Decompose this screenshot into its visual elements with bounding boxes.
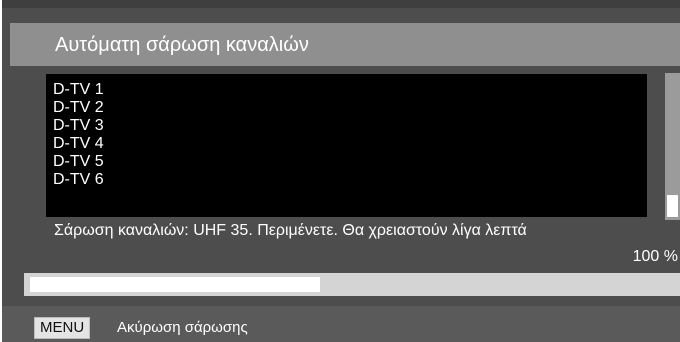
channel-list-item: D-TV 4: [53, 135, 104, 152]
title-bar: Αυτόματη σάρωση καναλιών: [10, 23, 680, 66]
page-title: Αυτόματη σάρωση καναλιών: [55, 34, 309, 56]
channel-list-item: D-TV 1: [53, 81, 104, 98]
menu-key-button[interactable]: MENU: [34, 317, 91, 339]
progress-bar-fill: [30, 277, 320, 292]
scan-percent: 100 %: [632, 248, 678, 265]
scan-dialog: Αυτόματη σάρωση καναλιών D-TV 1 D-TV 2 D-T…: [2, 0, 680, 342]
top-strip: [2, 0, 680, 8]
channel-list: D-TV 1 D-TV 2 D-TV 3 D-TV 4 D-TV 5 D-TV 6: [46, 74, 647, 189]
channel-list-item: D-TV 5: [53, 153, 104, 170]
channel-list-item: D-TV 6: [53, 171, 104, 188]
scrollbar-thumb[interactable]: [667, 195, 678, 217]
channel-list-item: D-TV 3: [53, 117, 104, 134]
cancel-scan-label: Ακύρωση σάρωσης: [117, 319, 248, 336]
channel-list-box: D-TV 1 D-TV 2 D-TV 3 D-TV 4 D-TV 5 D-TV 6: [46, 74, 647, 217]
channel-list-scrollbar[interactable]: [665, 73, 680, 220]
scan-status-text: Σάρωση καναλιών: UHF 35. Περιμένετε. Θα …: [54, 222, 527, 239]
footer-bar: MENU Ακύρωση σάρωσης: [2, 306, 680, 342]
channel-list-item: D-TV 2: [53, 99, 104, 116]
progress-bar: [24, 273, 680, 296]
